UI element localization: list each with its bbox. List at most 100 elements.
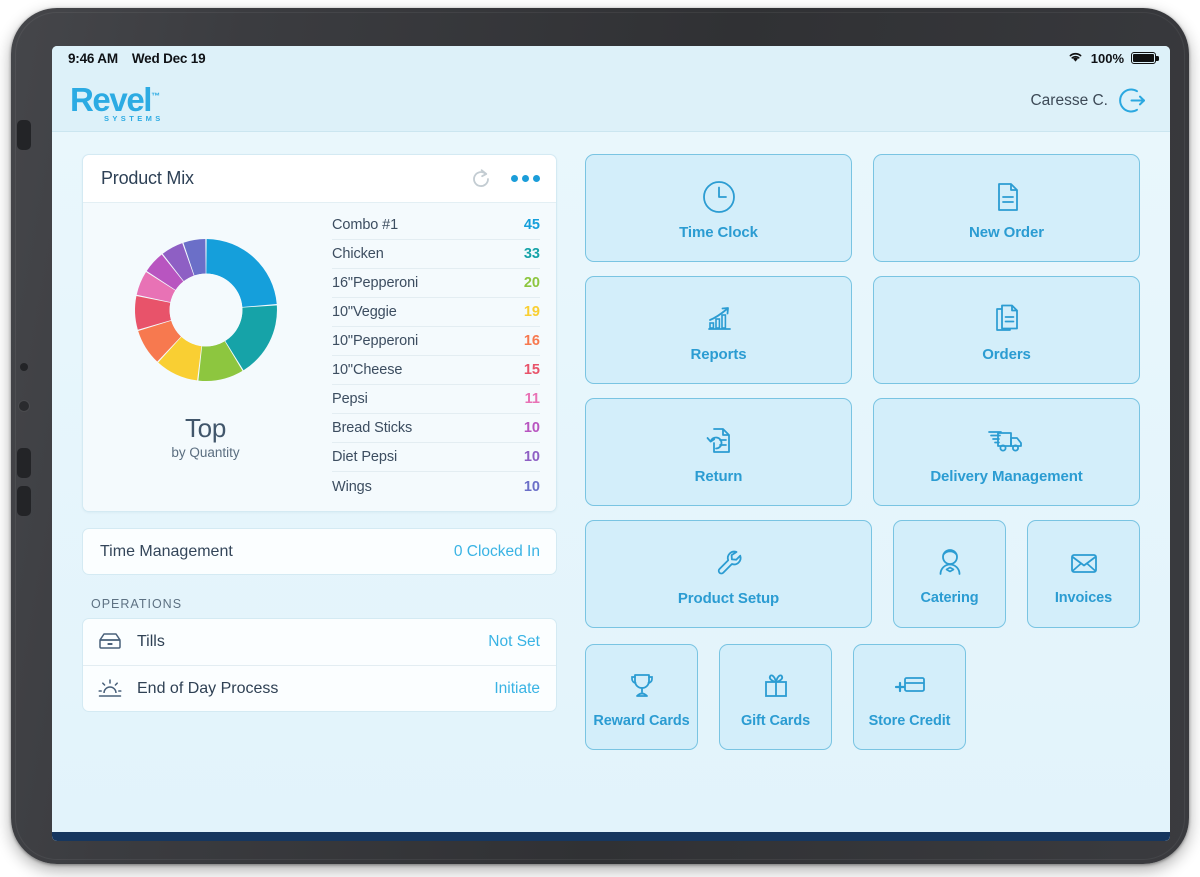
wifi-icon (1067, 50, 1084, 66)
product-mix-header: Product Mix (83, 155, 556, 203)
tablet-device-frame: 9:46 AM Wed Dec 19 100% Revel™ SYSTEMS (11, 8, 1189, 864)
device-volume-down-button[interactable] (17, 486, 31, 516)
tile-row-3: Return (585, 398, 1140, 506)
time-management-card[interactable]: Time Management 0 Clocked In (82, 528, 557, 575)
chart-caption-main: Top (171, 413, 239, 443)
product-mix-item-value: 10 (524, 479, 540, 495)
tile-return[interactable]: Return (585, 398, 852, 506)
product-mix-row[interactable]: 10"Cheese 15 (332, 356, 540, 385)
gift-icon (756, 665, 796, 707)
product-mix-row[interactable]: 10"Pepperoni16 (332, 327, 540, 356)
product-mix-item-value: 20 (524, 275, 540, 291)
tile-label: Return (695, 468, 743, 485)
tile-store-credit[interactable]: Store Credit (853, 644, 966, 750)
operations-label: End of Day Process (137, 680, 278, 698)
device-side-button-top[interactable] (17, 120, 31, 150)
current-user-label: Caresse C. (1030, 92, 1108, 110)
left-column: Product Mix (82, 154, 557, 841)
wrench-icon (709, 542, 749, 584)
tills-status-action[interactable]: Not Set (488, 633, 540, 651)
product-mix-row[interactable]: 10"Veggie19 (332, 298, 540, 327)
status-bar-time: 9:46 AM (68, 51, 118, 66)
product-mix-item-value: 33 (524, 246, 540, 262)
product-mix-title: Product Mix (101, 168, 194, 189)
time-management-label: Time Management (100, 543, 233, 561)
tile-reward-cards[interactable]: Reward Cards (585, 644, 698, 750)
tile-label: Orders (982, 346, 1031, 363)
operations-row-end-of-day[interactable]: End of Day Process Initiate (83, 665, 556, 711)
tile-product-setup[interactable]: Product Setup (585, 520, 872, 628)
operations-card: Tills Not Set (82, 618, 557, 712)
product-mix-item-name: 10"Pepperoni (332, 333, 418, 349)
tile-label: Delivery Management (930, 468, 1082, 485)
tile-orders[interactable]: Orders (873, 276, 1140, 384)
tile-gift-cards[interactable]: Gift Cards (719, 644, 832, 750)
refresh-icon[interactable] (470, 168, 492, 190)
tile-row-1: Time Clock New Order (585, 154, 1140, 262)
tile-catering[interactable]: Catering (893, 520, 1006, 628)
product-mix-item-name: Combo #1 (332, 217, 398, 233)
envelope-icon (1064, 542, 1104, 584)
tile-row-5-spacer (987, 644, 1140, 750)
tile-row-2: Reports Orders (585, 276, 1140, 384)
tile-label: Gift Cards (741, 713, 810, 730)
app-header: Revel™ SYSTEMS Caresse C. (52, 70, 1170, 132)
product-mix-row[interactable]: Combo #145 (332, 211, 540, 240)
product-mix-caption: Top by Quantity (171, 413, 239, 460)
tile-delivery-management[interactable]: Delivery Management (873, 398, 1140, 506)
product-mix-list: Combo #145 Chicken 33 16"Pepperoni 20 10"Vegg… (328, 211, 556, 501)
tile-label: Reward Cards (593, 713, 689, 730)
tile-row-4: Product Setup Catering (585, 520, 1140, 628)
end-of-day-initiate-action[interactable]: Initiate (494, 680, 540, 698)
product-mix-item-value: 10 (524, 449, 540, 465)
product-mix-item-name: Diet Pepsi (332, 449, 397, 465)
product-mix-row[interactable]: 16"Pepperoni 20 (332, 269, 540, 298)
product-mix-item-name: Bread Sticks (332, 420, 412, 436)
tile-label: Store Credit (869, 713, 951, 730)
product-mix-row[interactable]: Bread Sticks 10 (332, 414, 540, 443)
product-mix-item-value: 10 (524, 420, 540, 436)
delivery-truck-icon (984, 420, 1030, 462)
product-mix-item-name: 16"Pepperoni (332, 275, 418, 291)
document-undo-icon (699, 420, 739, 462)
device-volume-up-button[interactable] (17, 448, 31, 478)
product-mix-item-name: 10"Cheese (332, 362, 402, 378)
product-mix-row[interactable]: Diet Pepsi 10 (332, 443, 540, 472)
operations-section-header: OPERATIONS (91, 597, 557, 611)
bar-chart-icon (699, 298, 739, 340)
status-bar-date: Wed Dec 19 (132, 51, 206, 66)
tile-invoices[interactable]: Invoices (1027, 520, 1140, 628)
home-indicator-bar (52, 832, 1170, 841)
tile-reports[interactable]: Reports (585, 276, 852, 384)
battery-full-icon (1131, 52, 1156, 64)
product-mix-item-name: Chicken (332, 246, 384, 262)
product-mix-row[interactable]: Pepsi11 (332, 385, 540, 414)
logo-wordmark: Revel™ (70, 79, 160, 117)
operations-row-tills[interactable]: Tills Not Set (83, 619, 556, 665)
product-mix-item-value: 15 (524, 362, 540, 378)
product-mix-row[interactable]: Chicken 33 (332, 240, 540, 269)
more-options-icon[interactable] (511, 175, 540, 182)
product-mix-card: Product Mix (82, 154, 557, 512)
product-mix-item-value: 19 (524, 304, 540, 320)
clock-icon (699, 176, 739, 218)
tile-label: Reports (691, 346, 747, 363)
operations-label: Tills (137, 633, 165, 651)
product-mix-body: Top by Quantity Combo #145 Chicken 33 16"Pe… (83, 203, 556, 511)
product-mix-chart-area: Top by Quantity (83, 211, 328, 501)
tile-time-clock[interactable]: Time Clock (585, 154, 852, 262)
tile-new-order[interactable]: New Order (873, 154, 1140, 262)
battery-percent-label: 100% (1091, 51, 1124, 66)
sunset-icon (97, 677, 123, 701)
tile-label: Product Setup (678, 590, 779, 607)
credit-card-plus-icon (889, 665, 931, 707)
tile-label: Catering (920, 590, 978, 607)
time-management-value: 0 Clocked In (454, 543, 540, 561)
logout-icon[interactable] (1119, 86, 1148, 115)
revel-logo: Revel™ SYSTEMS (70, 79, 164, 123)
tablet-screen: 9:46 AM Wed Dec 19 100% Revel™ SYSTEMS (52, 46, 1170, 841)
device-camera (18, 400, 30, 412)
status-bar: 9:46 AM Wed Dec 19 100% (52, 46, 1170, 70)
product-mix-row[interactable]: Wings10 (332, 472, 540, 501)
document-icon (987, 176, 1027, 218)
